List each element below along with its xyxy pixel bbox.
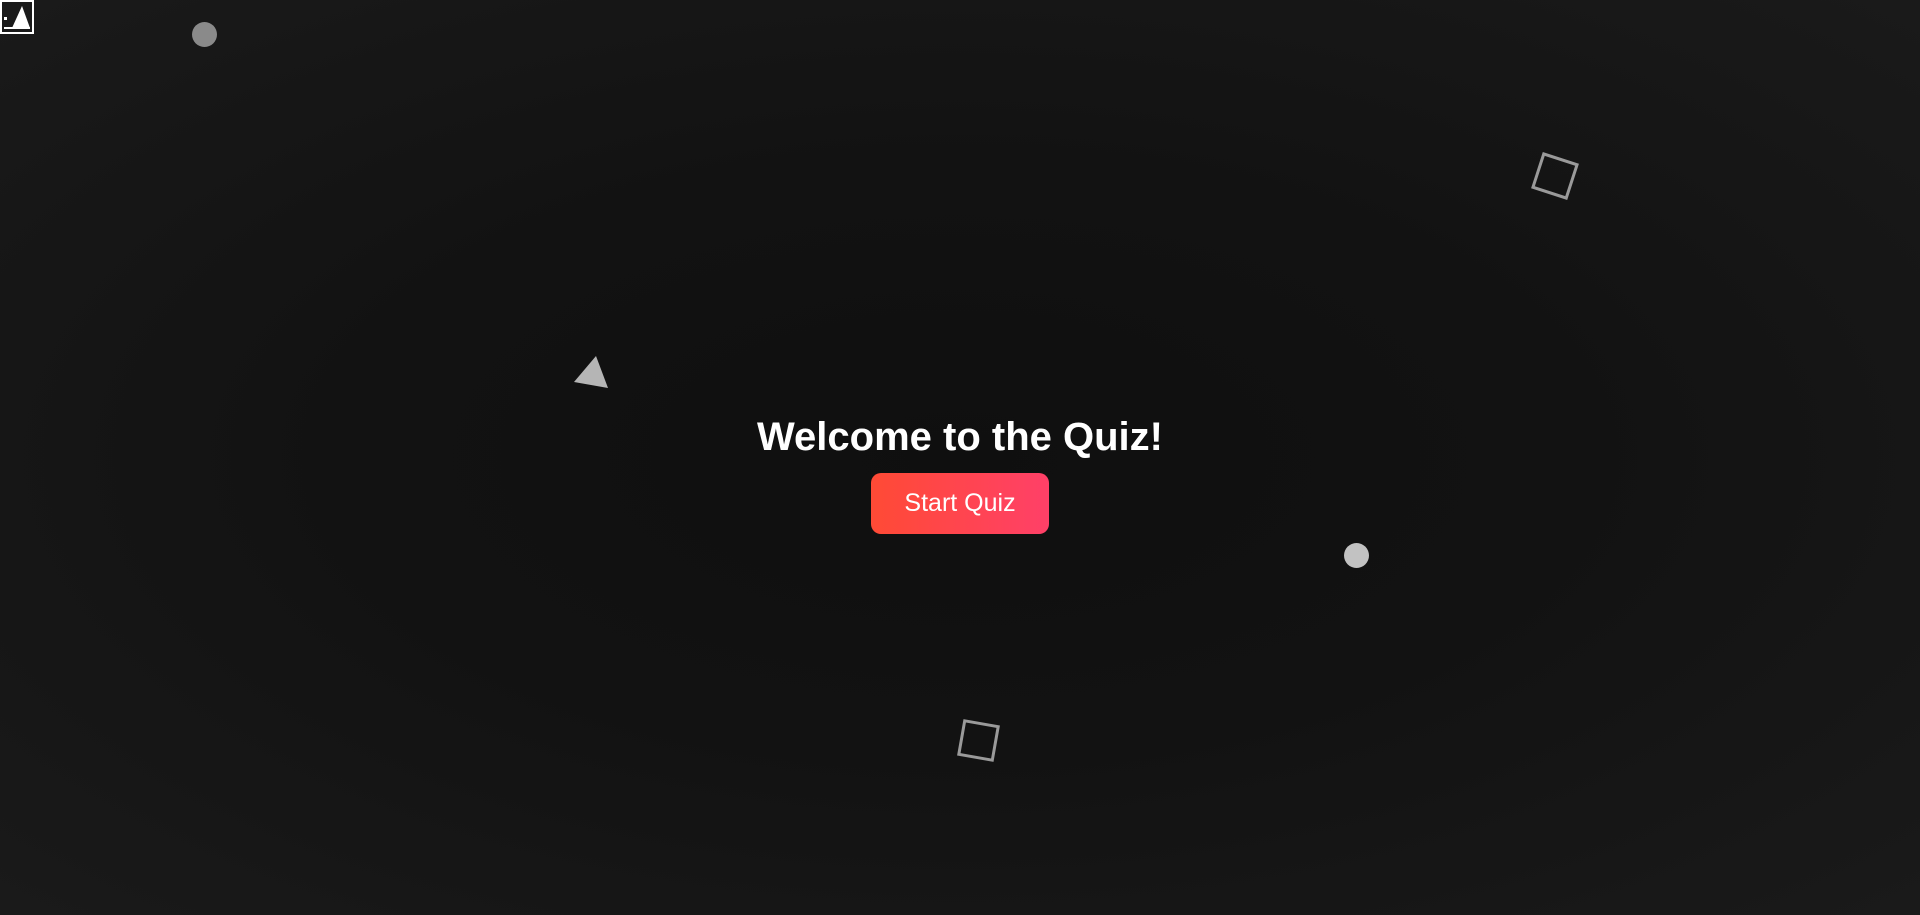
decorative-square-bottom (957, 719, 1000, 762)
decorative-circle-right (1344, 543, 1369, 568)
page-title: Welcome to the Quiz! (757, 415, 1163, 459)
broken-image-icon (0, 0, 34, 34)
start-quiz-button[interactable]: Start Quiz (871, 473, 1049, 534)
decorative-triangle (572, 354, 610, 390)
decorative-square-top-right (1531, 152, 1579, 200)
welcome-panel: Welcome to the Quiz! Start Quiz (0, 414, 1920, 534)
decorative-circle-top-left (192, 22, 217, 47)
